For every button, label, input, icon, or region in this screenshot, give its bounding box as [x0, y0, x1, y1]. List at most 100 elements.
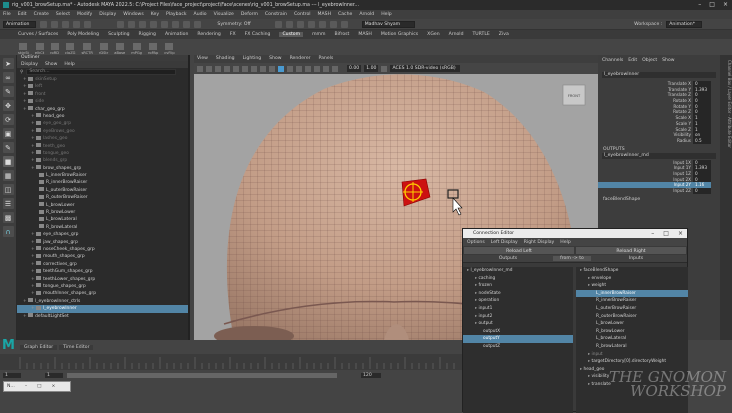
shelf-button-0[interactable]: skinSt — [18, 43, 29, 55]
magnet-icon[interactable]: ∩ — [2, 226, 14, 237]
last-tool-icon[interactable]: ✎ — [2, 142, 14, 153]
outliner-item[interactable]: + lashes_geo — [17, 135, 188, 142]
new-scene-icon[interactable] — [40, 20, 48, 28]
range-start-inner[interactable]: 1 — [45, 372, 63, 378]
outliner-menu-show[interactable]: Show — [45, 61, 57, 68]
tab-time-editor[interactable]: Time Editor — [59, 345, 94, 350]
bookmark-icon[interactable] — [215, 65, 221, 72]
shelf-tab-3[interactable]: Rigging — [139, 32, 156, 37]
ce-maximize-icon[interactable]: □ — [663, 230, 669, 237]
outliner-item[interactable]: R_outerBrowRaiser — [17, 194, 188, 201]
smooth-shade-icon[interactable] — [269, 65, 275, 72]
ce-attr-row[interactable]: L_outerBrowRaiser — [576, 305, 688, 313]
shelf-tab-8[interactable]: Custom — [279, 32, 304, 37]
ce-attr-row[interactable]: ▸ l_eyebrowInner_md — [463, 267, 573, 275]
ce-attr-row[interactable]: outputX — [463, 328, 573, 336]
isolate-icon[interactable] — [323, 65, 329, 72]
outliner-item[interactable]: L_browLower — [17, 202, 188, 209]
outliner-item[interactable]: + blends_grp — [17, 157, 188, 164]
tab-graph-editor[interactable]: Graph Editor — [20, 345, 58, 350]
snap-point-icon[interactable] — [172, 20, 180, 28]
shelf-button-7[interactable]: mPGg — [131, 43, 142, 55]
ce-attr-row[interactable]: ▸ envelope — [576, 275, 688, 283]
near-clip-field[interactable]: 0.00 — [347, 65, 362, 72]
shelf-tab-2[interactable]: Sculpting — [108, 32, 129, 37]
outliner-item[interactable]: + noseCheek_shapes_grp — [17, 246, 188, 253]
outliner-item[interactable]: L_outerBrowRaiser — [17, 187, 188, 194]
render-settings-icon[interactable] — [296, 20, 304, 28]
menu-item-playback[interactable]: Playback — [166, 12, 187, 17]
channel-attr-value[interactable]: 0 — [693, 188, 711, 194]
shelf-tab-10[interactable]: Bifrost — [335, 32, 350, 37]
user-dropdown[interactable]: Madhav Shyam — [361, 20, 416, 28]
shelf-tab-15[interactable]: TURTLE — [473, 32, 490, 37]
render-setup-icon[interactable] — [340, 20, 348, 28]
viewport-menu-panels[interactable]: Panels — [319, 55, 334, 63]
wireframe-on-shaded-icon[interactable] — [278, 65, 284, 72]
menu-item-edit[interactable]: Edit — [18, 12, 27, 17]
ce-menu-options[interactable]: Options — [467, 240, 485, 245]
outliner-item[interactable]: + mouth_shapes_grp — [17, 253, 188, 260]
menu-item-control[interactable]: Control — [294, 12, 311, 17]
ce-attr-row[interactable]: ▸ input1 — [463, 305, 573, 313]
lasso-tool-icon[interactable]: ∞ — [2, 72, 14, 83]
wireframe-icon[interactable] — [260, 65, 266, 72]
camera-icon[interactable] — [197, 65, 203, 72]
camera-attr-icon[interactable] — [206, 65, 212, 72]
outliner-item[interactable]: + teethGum_shapes_grp — [17, 268, 188, 275]
outliner-item[interactable]: R_innerBrowRaiser — [17, 179, 188, 186]
shelf-button-4[interactable]: sRCTR — [81, 43, 93, 55]
outliner-item[interactable]: + side — [17, 98, 188, 105]
reload-left-button[interactable]: Reload Left — [464, 247, 574, 254]
menu-item-visualize[interactable]: Visualize — [214, 12, 234, 17]
ce-attr-row[interactable]: outputY — [463, 335, 573, 343]
outliner-search-input[interactable]: Search... — [26, 69, 177, 75]
outliner-item[interactable]: + char_geo_grp — [17, 106, 188, 113]
textured-icon[interactable] — [287, 65, 293, 72]
ce-attr-row[interactable]: ▸ targetDirectory[0].directoryWeight — [576, 358, 688, 366]
outliner-item[interactable]: + left — [17, 83, 188, 90]
ce-attr-row[interactable]: ▸ frozen — [463, 282, 573, 290]
outliner-menu-help[interactable]: Help — [64, 61, 74, 68]
minimize-icon[interactable]: – — [698, 1, 701, 8]
ipr-render-icon[interactable] — [285, 20, 293, 28]
menu-item-modify[interactable]: Modify — [77, 12, 92, 17]
rotate-tool-icon[interactable]: ⟳ — [2, 114, 14, 125]
grid-icon[interactable] — [233, 65, 239, 72]
outliner-item[interactable]: + eye_shapes_grp — [17, 231, 188, 238]
save-scene-icon[interactable] — [62, 20, 70, 28]
lights-icon[interactable] — [296, 65, 302, 72]
snap-surface-icon[interactable] — [194, 20, 202, 28]
menu-item-windows[interactable]: Windows — [123, 12, 144, 17]
menu-item-help[interactable]: Help — [381, 12, 391, 17]
menu-channels[interactable]: Channels — [602, 58, 623, 63]
outliner-item[interactable]: + head_geo — [17, 113, 188, 120]
outliner-item[interactable]: R_browLower — [17, 209, 188, 216]
output-node-name[interactable]: l_eyebrowInner_md — [602, 152, 716, 159]
shelf-tab-9[interactable]: mmm — [312, 32, 325, 37]
menu-item-constrain[interactable]: Constrain — [265, 12, 287, 17]
menu-item-create[interactable]: Create — [34, 12, 49, 17]
menu-item-deform[interactable]: Deform — [241, 12, 258, 17]
outliner-item[interactable]: + eye_geo_grp — [17, 120, 188, 127]
range-end-field[interactable]: 120 — [361, 372, 381, 378]
ce-attr-row[interactable]: R_innerBrowRaiser — [576, 297, 688, 305]
view-cube[interactable]: FRONT — [562, 84, 586, 106]
arnold-render-icon[interactable] — [318, 20, 326, 28]
snap-grid-icon[interactable] — [150, 20, 158, 28]
shelf-button-2[interactable]: roRD — [50, 43, 59, 55]
ce-attr-row[interactable]: ▸ operation — [463, 297, 573, 305]
open-scene-icon[interactable] — [51, 20, 59, 28]
shelf-button-5[interactable]: rDStr — [99, 43, 108, 55]
shelf-tab-7[interactable]: FX Caching — [245, 32, 271, 37]
move-tool-icon[interactable]: ✥ — [2, 100, 14, 111]
outliner-item[interactable]: + l_eyebrowInner — [17, 305, 188, 313]
menu-item-cache[interactable]: Cache — [338, 12, 352, 17]
reload-right-button[interactable]: Reload Right — [576, 247, 686, 254]
ce-attr-row[interactable]: R_browLateral — [576, 343, 688, 351]
close-icon[interactable]: × — [723, 1, 728, 8]
shelf-button-9[interactable]: cvFlip — [164, 43, 175, 55]
outliner-item[interactable]: + front — [17, 91, 188, 98]
outliner-item[interactable]: + teeth_geo — [17, 143, 188, 150]
render-view-icon[interactable] — [329, 20, 337, 28]
